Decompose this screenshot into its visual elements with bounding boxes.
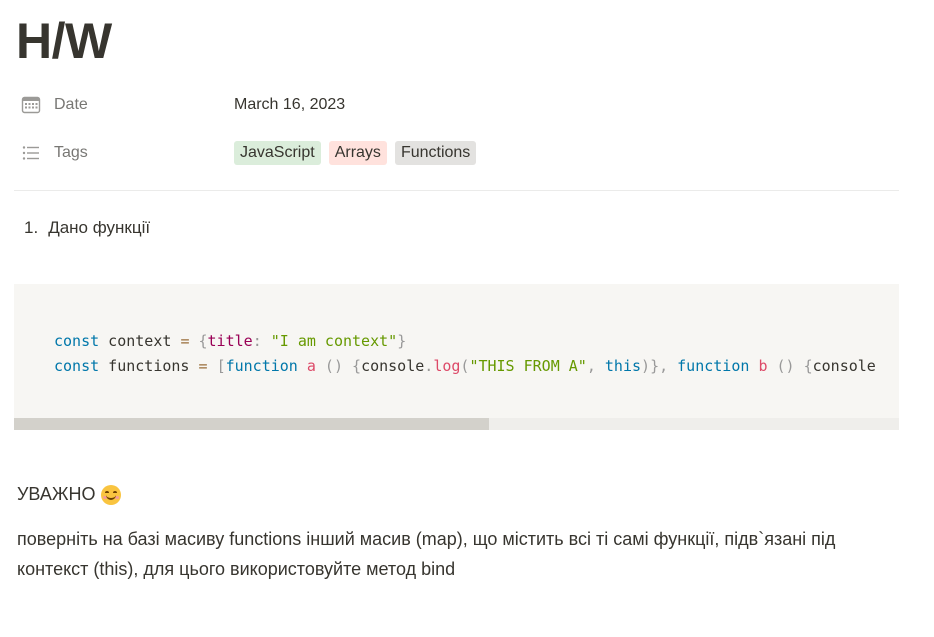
code-token: } — [650, 357, 660, 375]
list-item-text: Дано функції — [48, 218, 151, 237]
scrollbar-thumb[interactable] — [14, 418, 489, 430]
code-token: console — [812, 357, 876, 375]
code-token: () — [315, 357, 353, 375]
property-tags: Tags JavaScript Arrays Functions — [20, 138, 484, 168]
code-token: function — [677, 357, 750, 375]
list-icon — [20, 142, 42, 164]
property-date-value[interactable]: March 16, 2023 — [234, 96, 345, 114]
code-token: } — [397, 332, 407, 350]
property-date: Date March 16, 2023 — [20, 90, 345, 120]
property-date-label: Date — [54, 96, 88, 113]
code-token: "THIS FROM A" — [469, 357, 587, 375]
property-tags-value[interactable]: JavaScript Arrays Functions — [234, 141, 484, 165]
property-date-name[interactable]: Date — [20, 94, 234, 116]
list-number: 1. — [24, 218, 39, 237]
tag-arrays[interactable]: Arrays — [328, 141, 387, 165]
tag-javascript[interactable]: JavaScript — [234, 141, 321, 165]
code-token: { — [803, 357, 813, 375]
code-token: { — [198, 332, 208, 350]
code-token: const — [54, 332, 100, 350]
code-token: : — [252, 332, 271, 350]
calendar-icon — [20, 94, 42, 116]
code-line-1: const context = {title: "I am context"} — [54, 332, 406, 350]
code-token: () — [767, 357, 804, 375]
code-content: const context = {title: "I am context"} … — [54, 329, 876, 379]
code-token: title — [207, 332, 253, 350]
code-line-2: const functions = [function a () {consol… — [54, 357, 876, 375]
property-tags-name[interactable]: Tags — [20, 142, 234, 164]
code-token: a — [306, 357, 316, 375]
code-token: , — [586, 357, 605, 375]
code-token: . — [424, 357, 434, 375]
code-token: = — [198, 357, 208, 375]
code-token: const — [54, 357, 100, 375]
code-token: console — [361, 357, 425, 375]
code-token: "I am context" — [270, 332, 398, 350]
code-block[interactable]: const context = {title: "I am context"} … — [14, 284, 899, 430]
smiling-face-icon — [101, 484, 122, 505]
code-token: context — [99, 332, 181, 350]
property-tags-label: Tags — [54, 144, 88, 161]
code-token: { — [352, 357, 362, 375]
task-paragraph[interactable]: поверніть на базі масиву functions інший… — [17, 524, 897, 584]
tag-functions[interactable]: Functions — [394, 141, 477, 165]
notion-page: H/W Date March 16, 2023 Tags JavaScript … — [0, 0, 934, 637]
numbered-list-item[interactable]: 1. Дано функції — [24, 218, 150, 238]
code-token: functions — [99, 357, 199, 375]
code-token: function — [225, 357, 298, 375]
attention-line[interactable]: УВАЖНО — [17, 484, 122, 505]
code-token: this — [604, 357, 642, 375]
code-token: ) — [641, 357, 651, 375]
code-token: [ — [216, 357, 226, 375]
code-horizontal-scrollbar[interactable] — [14, 418, 899, 430]
attention-text: УВАЖНО — [17, 484, 96, 504]
page-title[interactable]: H/W — [16, 10, 112, 72]
properties-divider — [14, 190, 899, 191]
code-token: log — [433, 357, 461, 375]
code-token: , — [659, 357, 678, 375]
